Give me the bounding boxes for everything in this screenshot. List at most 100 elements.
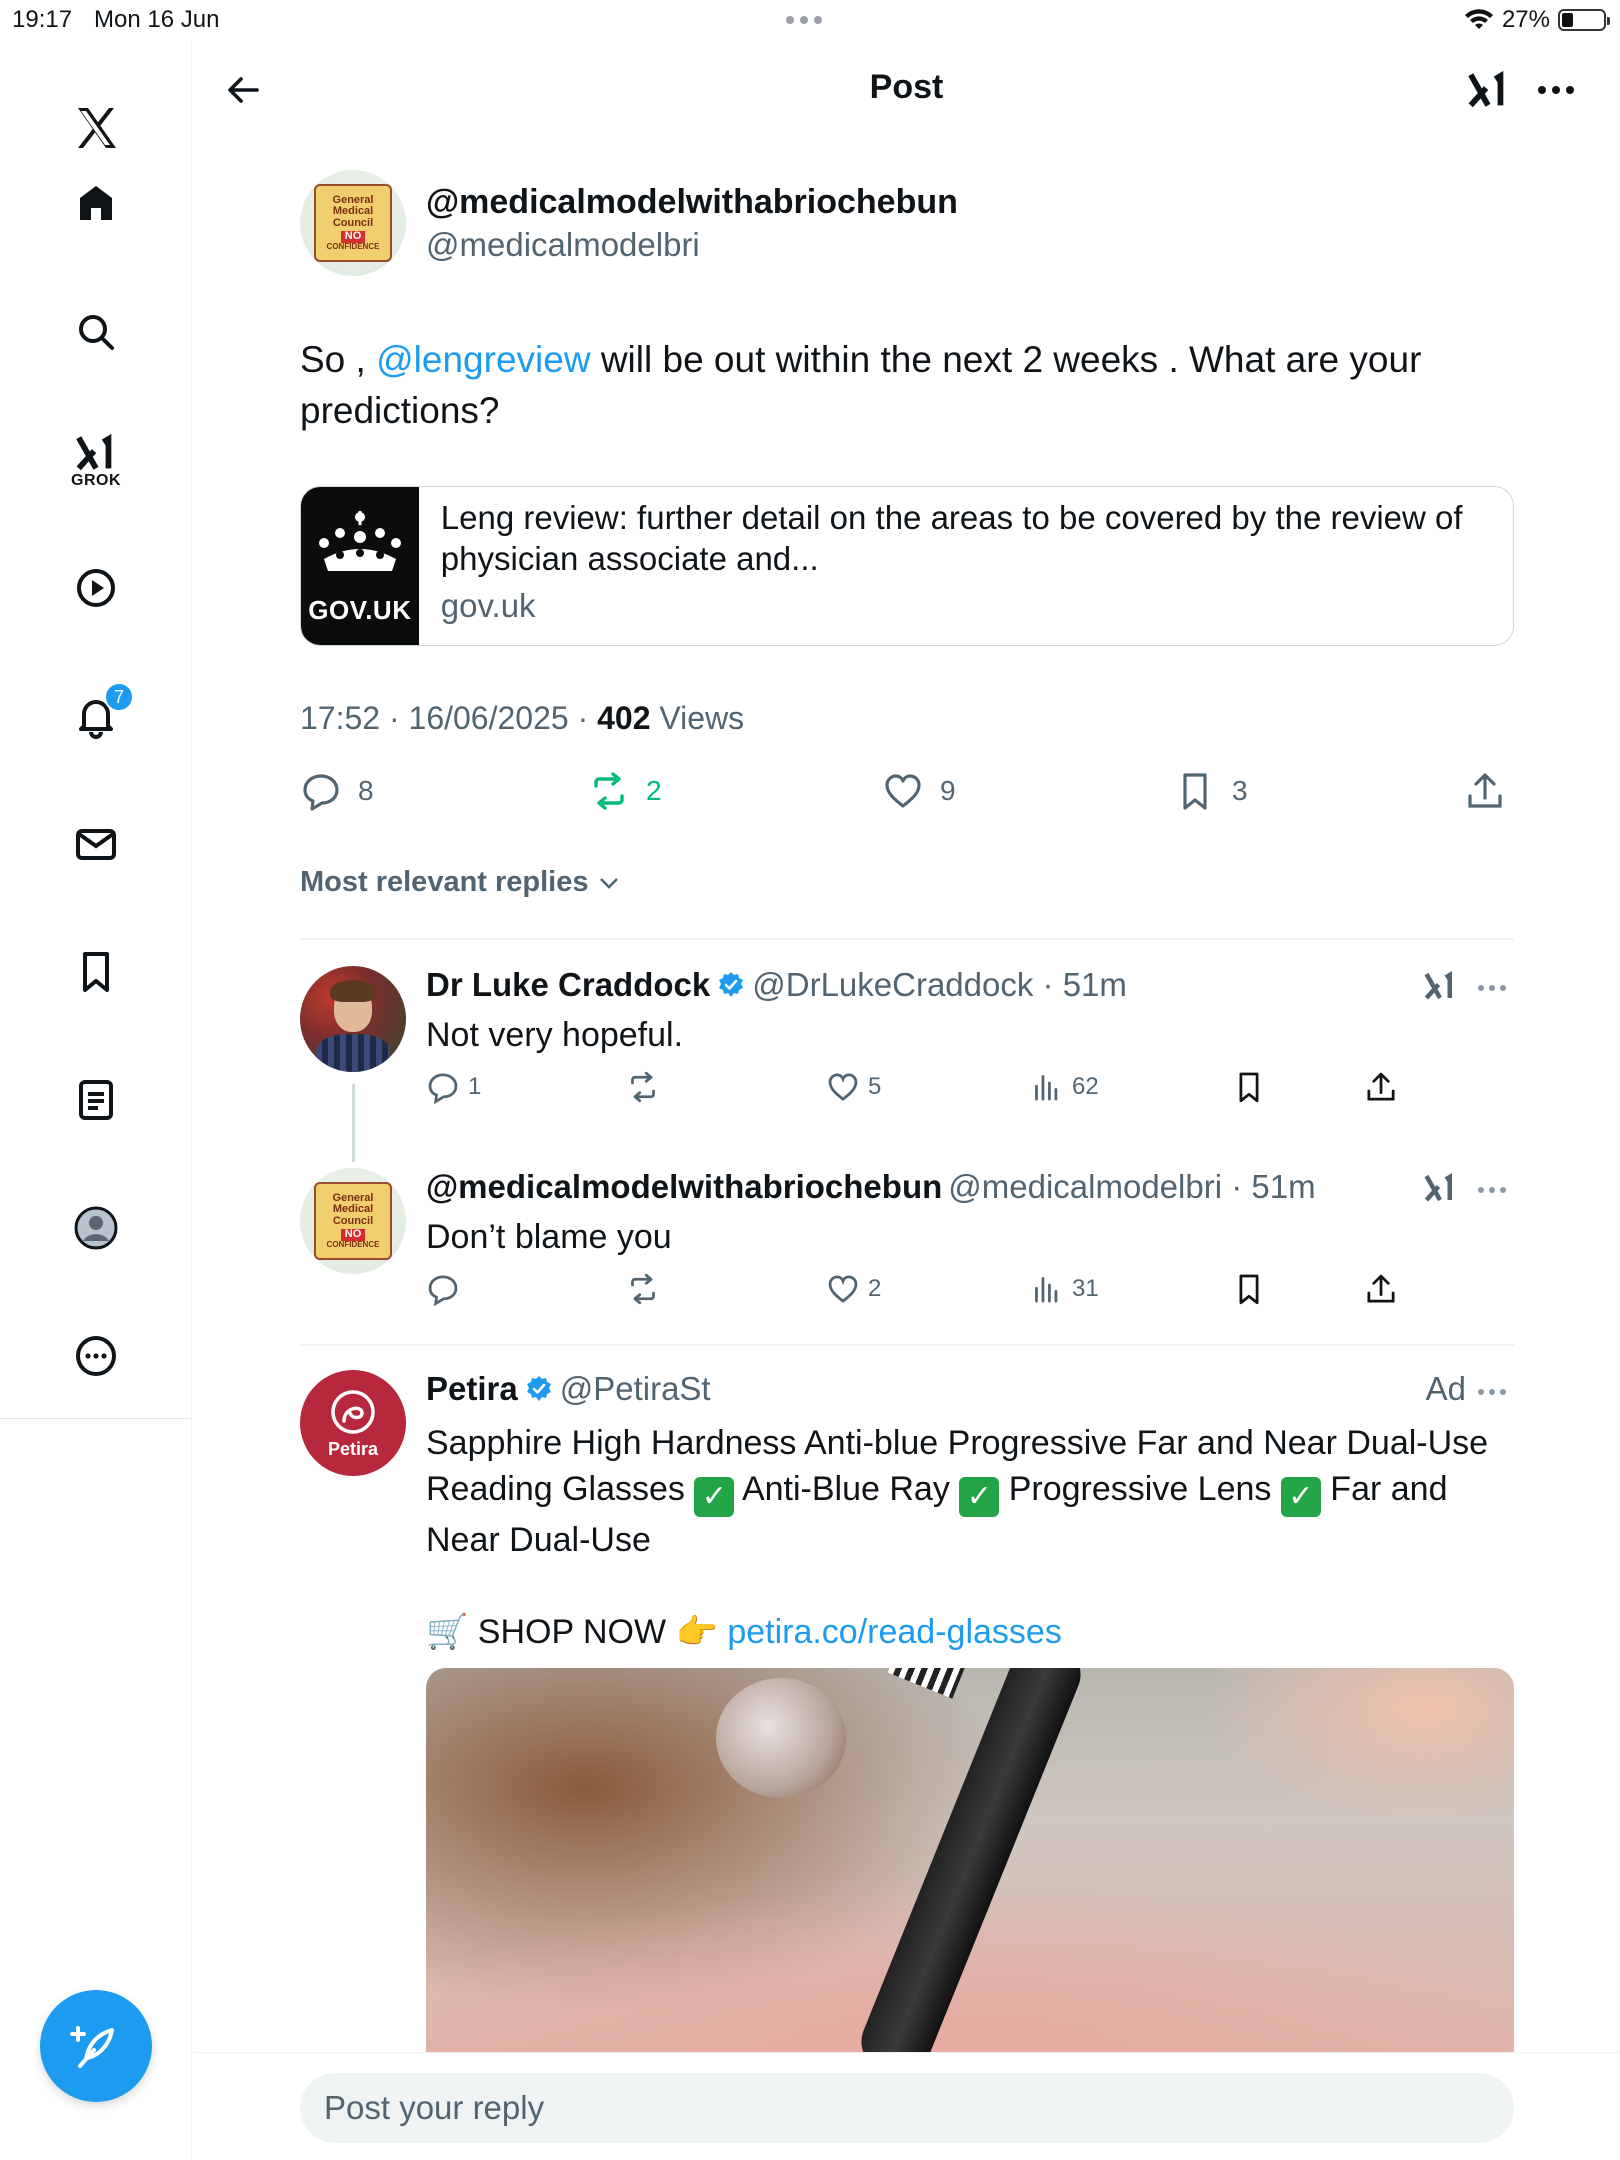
repost-button[interactable]: 2 <box>588 770 662 812</box>
home-icon[interactable] <box>56 164 136 244</box>
ad-header: Petira @PetiraSt <box>426 1370 711 1408</box>
repost-icon <box>631 1071 655 1103</box>
share-button[interactable] <box>1364 1272 1398 1306</box>
reply-button[interactable]: 8 <box>300 770 374 812</box>
share-icon <box>1367 1274 1395 1303</box>
multitasking-dots-icon[interactable] <box>786 16 822 24</box>
replies-sort-dropdown[interactable]: Most relevant replies <box>300 866 621 899</box>
views-button[interactable]: 62 <box>1030 1070 1099 1104</box>
share-icon <box>1468 773 1502 808</box>
promoted-post[interactable]: Petira Petira @PetiraSt Ad Sapphire High… <box>300 1370 1514 1670</box>
bookmark-icon <box>1183 773 1207 810</box>
lists-icon[interactable] <box>56 1060 136 1140</box>
compose-post-button[interactable] <box>40 1990 152 2102</box>
like-count: 2 <box>868 1275 882 1302</box>
reply-text: Don’t blame you <box>426 1218 672 1256</box>
compose-feather-icon <box>70 2026 114 2068</box>
verified-badge-icon <box>526 1376 551 1401</box>
ellipsis-icon <box>1478 1389 1506 1395</box>
check-mark-icon: ✓ <box>959 1477 1000 1517</box>
reply-author-handle[interactable]: @DrLukeCraddock · 51m <box>752 966 1127 1004</box>
reply-icon <box>303 774 339 811</box>
reply-icon <box>428 1275 458 1306</box>
bookmark-count: 3 <box>1232 775 1248 806</box>
reply-count: 8 <box>358 775 374 806</box>
card-thumb-label: GOV.UK <box>308 594 412 625</box>
messages-icon[interactable] <box>56 804 136 884</box>
grok-button[interactable] <box>1462 64 1514 116</box>
bookmark-button[interactable] <box>1232 1070 1266 1104</box>
author-handle[interactable]: @medicalmodelbri <box>426 226 958 264</box>
author-name[interactable]: @medicalmodelwithabriochebun <box>426 183 958 222</box>
profile-icon[interactable] <box>56 1188 136 1268</box>
post-header: Post <box>193 40 1620 140</box>
views-count: 402 <box>597 700 651 736</box>
video-icon[interactable] <box>56 548 136 628</box>
ad-author-handle[interactable]: @PetiraSt <box>560 1370 711 1408</box>
repost-button[interactable] <box>626 1070 668 1104</box>
reply-item[interactable]: Dr Luke Craddock @DrLukeCraddock · 51m N… <box>300 966 1514 1116</box>
heart-icon <box>885 774 921 808</box>
x-logo-icon[interactable] <box>56 88 136 168</box>
like-button[interactable]: 2 <box>826 1272 881 1306</box>
ad-author-name[interactable]: Petira <box>426 1370 518 1408</box>
reply-actions: 2 31 <box>426 1272 1426 1312</box>
ad-video[interactable] <box>426 1668 1514 2052</box>
reply-author-handle[interactable]: @medicalmodelbri · 51m <box>948 1168 1315 1206</box>
analytics-icon <box>1035 1075 1058 1101</box>
grok-button[interactable] <box>1422 1170 1462 1210</box>
like-button[interactable]: 5 <box>826 1070 881 1104</box>
post-author[interactable]: General Medical Council NO CONFIDENCE @m… <box>300 170 958 276</box>
notifications-icon[interactable]: 7 <box>56 676 136 756</box>
more-options-button[interactable] <box>1530 64 1582 116</box>
status-right: 27% <box>1464 6 1610 34</box>
reply-input[interactable] <box>324 2089 1514 2127</box>
repost-button[interactable] <box>626 1272 668 1306</box>
avatar[interactable]: General Medical Council NO CONFIDENCE <box>300 1168 406 1274</box>
reply-actions: 1 5 62 <box>426 1070 1426 1110</box>
views-button[interactable]: 31 <box>1030 1272 1099 1306</box>
views-count: 31 <box>1072 1275 1099 1302</box>
ad-more-button[interactable] <box>1470 1372 1514 1412</box>
reply-author-name[interactable]: Dr Luke Craddock <box>426 966 710 1004</box>
reply-button[interactable] <box>426 1272 468 1306</box>
post-actions: 8 2 9 3 <box>300 770 1514 820</box>
more-icon[interactable] <box>56 1316 136 1396</box>
bookmark-button[interactable]: 3 <box>1174 770 1248 812</box>
mention-link[interactable]: @lengreview <box>376 339 590 380</box>
views-count: 62 <box>1072 1073 1099 1100</box>
bookmarks-icon[interactable] <box>56 932 136 1012</box>
grok-button[interactable] <box>1422 968 1462 1008</box>
card-domain: gov.uk <box>440 587 536 624</box>
avatar-badge: General Medical Council NO CONFIDENCE <box>313 183 393 263</box>
like-button[interactable]: 9 <box>882 770 956 812</box>
divider <box>300 938 1514 940</box>
bookmark-icon <box>1239 1274 1259 1305</box>
ad-text-part: Progressive Lens <box>999 1470 1281 1508</box>
thread-connector <box>352 1084 355 1162</box>
reply-more-button[interactable] <box>1470 1170 1514 1210</box>
share-button[interactable] <box>1364 1070 1398 1104</box>
ad-link[interactable]: petira.co/read-glasses <box>727 1613 1062 1651</box>
avatar[interactable]: General Medical Council NO CONFIDENCE <box>300 170 406 276</box>
grok-label: GROK <box>71 472 121 489</box>
avatar[interactable] <box>300 966 406 1072</box>
reply-more-button[interactable] <box>1470 968 1514 1008</box>
battery-percent: 27% <box>1501 6 1550 33</box>
avatar[interactable]: Petira <box>300 1370 406 1476</box>
bookmark-button[interactable] <box>1232 1272 1266 1306</box>
reply-item[interactable]: General Medical Council NO CONFIDENCE @m… <box>300 1168 1514 1318</box>
notifications-badge: 7 <box>104 682 134 712</box>
share-button[interactable] <box>1464 770 1506 812</box>
reply-button[interactable]: 1 <box>426 1070 481 1104</box>
link-card[interactable]: GOV.UK Leng review: further detail on th… <box>300 486 1514 646</box>
search-icon[interactable] <box>56 292 136 372</box>
reply-author-name[interactable]: @medicalmodelwithabriochebun <box>426 1168 942 1206</box>
post-text: So , @lengreview will be out within the … <box>300 334 1500 436</box>
reply-composer[interactable] <box>300 2073 1514 2143</box>
share-icon <box>1367 1072 1395 1101</box>
grok-icon[interactable]: GROK <box>56 420 136 500</box>
repost-icon <box>631 1273 655 1305</box>
wifi-icon <box>1464 9 1493 29</box>
post-timestamp[interactable]: 17:52 · 16/06/2025 · <box>300 700 597 736</box>
